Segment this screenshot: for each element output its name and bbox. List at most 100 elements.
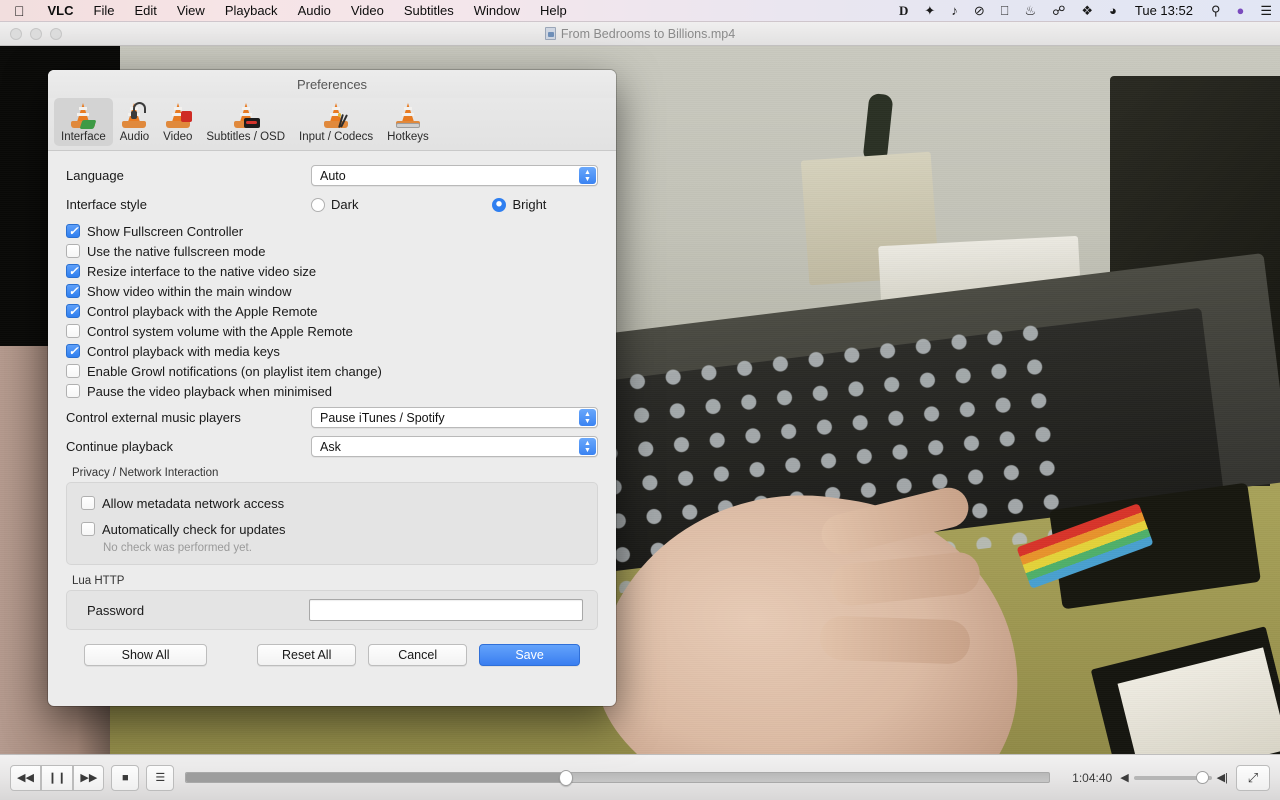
time-remaining-label[interactable]: 1:04:40 (1060, 771, 1112, 785)
tab-video-label: Video (163, 131, 193, 143)
radio-dark-control[interactable] (311, 197, 325, 212)
tab-subtitles-osd[interactable]: Subtitles / OSD (199, 98, 292, 146)
show-all-button[interactable]: Show All (84, 644, 208, 666)
progress-slider-handle[interactable] (558, 770, 573, 786)
cancel-button[interactable]: Cancel (368, 644, 468, 666)
menu-item-subtitles[interactable]: Subtitles (394, 3, 464, 18)
checkbox-apple-remote-volume-label: Control system volume with the Apple Rem… (87, 323, 353, 339)
continue-playback-select[interactable]: Ask ▲ ▼ (311, 436, 598, 457)
save-button-label: Save (515, 648, 544, 662)
window-title-bar[interactable]: From Bedrooms to Billions.mp4 (0, 22, 1280, 46)
checkbox-resize-interface-control[interactable] (66, 263, 80, 279)
chevron-updown-icon[interactable]: ▲ ▼ (579, 409, 596, 426)
preferences-title-bar[interactable]: Preferences (48, 70, 616, 98)
checkbox-apple-remote-playback[interactable]: Control playback with the Apple Remote (66, 301, 598, 321)
tab-input-codecs[interactable]: Input / Codecs (292, 98, 380, 146)
menu-item-audio[interactable]: Audio (288, 3, 341, 18)
stop-button[interactable]: ■ (111, 764, 140, 791)
no-entry-icon[interactable]: ⊘ (966, 3, 993, 19)
lua-http-password-input[interactable] (309, 599, 583, 621)
checkbox-resize-interface[interactable]: Resize interface to the native video siz… (66, 261, 598, 281)
checkbox-auto-check-updates[interactable]: Automatically check for updates (81, 519, 583, 539)
checkbox-allow-metadata-network-access-control[interactable] (81, 496, 95, 510)
checkbox-native-fullscreen[interactable]: Use the native fullscreen mode (66, 241, 598, 261)
lua-http-password-row: Password (81, 599, 583, 621)
preferences-dialog[interactable]: Preferences Interface Audio Video Subtit… (48, 70, 616, 706)
checkbox-apple-remote-volume[interactable]: Control system volume with the Apple Rem… (66, 321, 598, 341)
fullscreen-button[interactable]: ⤢ (1236, 764, 1270, 791)
flame-icon[interactable]: ♨ (1017, 3, 1045, 19)
menu-item-vlc[interactable]: VLC (38, 3, 84, 18)
lua-http-password-label: Password (87, 602, 145, 618)
search-icon[interactable]: ⚲ (1203, 3, 1229, 19)
checkbox-growl-notifications[interactable]: Enable Growl notifications (on playlist … (66, 361, 598, 381)
antenna-icon[interactable]: ☍ (1044, 3, 1073, 19)
checkbox-show-video-in-main-window[interactable]: Show video within the main window (66, 281, 598, 301)
display-icon[interactable]: ⎕ (993, 3, 1017, 19)
music-note-icon[interactable]: ♪ (943, 3, 966, 18)
checkbox-show-video-in-main-window-control[interactable] (66, 283, 80, 299)
menu-bar-clock[interactable]: Tue 13:52 (1125, 3, 1203, 18)
menu-item-window[interactable]: Window (464, 3, 530, 18)
checkbox-show-fullscreen-controller-control[interactable] (66, 223, 80, 239)
checkbox-apple-remote-playback-control[interactable] (66, 303, 80, 319)
tab-video[interactable]: Video (156, 98, 199, 146)
tab-audio-label: Audio (119, 131, 150, 143)
menu-item-edit[interactable]: Edit (124, 3, 166, 18)
checkbox-pause-when-minimised[interactable]: Pause the video playback when minimised (66, 381, 598, 401)
menu-item-view[interactable]: View (167, 3, 215, 18)
vlc-cone-video-icon (164, 102, 192, 130)
radio-dark[interactable]: Dark (311, 197, 358, 212)
menu-item-video[interactable]: Video (341, 3, 394, 18)
chevron-updown-icon[interactable]: ▲ ▼ (579, 438, 596, 455)
continue-playback-label: Continue playback (66, 439, 173, 454)
movie-file-icon (544, 27, 556, 40)
checkbox-growl-notifications-label: Enable Growl notifications (on playlist … (87, 363, 382, 379)
volume-min-icon[interactable]: ◀ (1120, 771, 1128, 784)
continue-playback-select-value: Ask (320, 439, 341, 454)
checkbox-pause-when-minimised-control[interactable] (66, 384, 80, 398)
volume-control[interactable]: ◀ ◀| (1120, 770, 1228, 784)
playlist-button[interactable]: ☰ (146, 764, 175, 791)
menu-item-help[interactable]: Help (530, 3, 577, 18)
fast-forward-button[interactable]: ▶▶ (73, 764, 105, 791)
checkbox-show-fullscreen-controller[interactable]: Show Fullscreen Controller (66, 221, 598, 241)
checkbox-show-fullscreen-controller-label: Show Fullscreen Controller (87, 223, 244, 239)
vlc-cone-interface-icon (69, 102, 97, 130)
rewind-button[interactable]: ◀◀ (10, 764, 41, 791)
checkbox-native-fullscreen-control[interactable] (66, 244, 80, 258)
checkbox-auto-check-updates-control[interactable] (81, 522, 95, 536)
checkbox-media-keys[interactable]: Control playback with media keys (66, 341, 598, 361)
language-select[interactable]: Auto ▲ ▼ (311, 165, 598, 186)
external-players-select[interactable]: Pause iTunes / Spotify ▲ ▼ (311, 407, 598, 428)
checkbox-media-keys-control[interactable] (66, 343, 80, 359)
dropbox-paper-icon[interactable]: D (891, 3, 916, 19)
save-button[interactable]: Save (479, 644, 580, 666)
checkbox-growl-notifications-control[interactable] (66, 364, 80, 378)
menu-item-playback[interactable]: Playback (215, 3, 288, 18)
checkbox-apple-remote-volume-control[interactable] (66, 324, 80, 338)
dropbox-icon[interactable]: ❖ (1073, 3, 1101, 19)
chevron-updown-icon[interactable]: ▲ ▼ (579, 167, 596, 184)
radio-bright-control[interactable] (492, 197, 507, 212)
progress-slider[interactable] (185, 770, 1051, 786)
shortcuts-icon[interactable]: ✦ (916, 3, 943, 19)
wifi-icon[interactable]: ◕ (1101, 3, 1125, 18)
language-select-value: Auto (320, 168, 346, 183)
volume-slider[interactable] (1133, 770, 1212, 784)
preferences-footer: Show All Reset All Cancel Save (66, 630, 598, 666)
radio-bright[interactable]: Bright (492, 197, 546, 212)
notification-center-icon[interactable]: ☰ (1252, 3, 1280, 19)
tab-hotkeys[interactable]: Hotkeys (380, 98, 436, 146)
tab-audio[interactable]: Audio (113, 98, 156, 146)
volume-max-icon[interactable]: ◀| (1217, 771, 1228, 784)
tab-interface[interactable]: Interface (54, 98, 113, 146)
checkbox-allow-metadata-network-access[interactable]: Allow metadata network access (81, 493, 583, 513)
checkbox-allow-metadata-network-access-label: Allow metadata network access (102, 495, 285, 511)
menu-item-file[interactable]: File (84, 3, 125, 18)
siri-icon[interactable]: ● (1228, 3, 1252, 18)
apple-logo-icon[interactable]:  (0, 4, 38, 18)
play-pause-button[interactable]: ❙❙ (40, 764, 74, 791)
volume-slider-handle[interactable] (1195, 770, 1209, 784)
reset-all-button[interactable]: Reset All (257, 644, 357, 666)
